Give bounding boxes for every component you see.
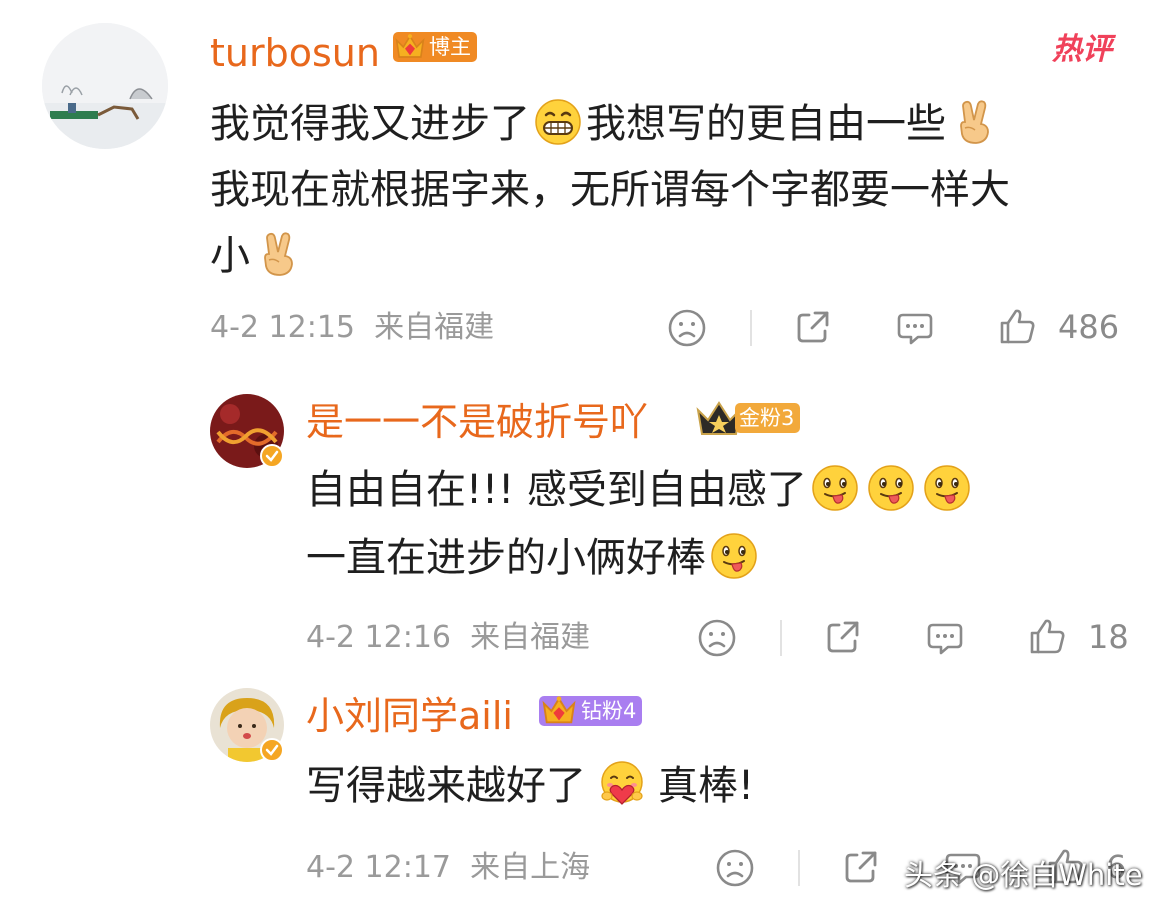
divider [750,310,752,346]
comment-date: 4-2 12:17 [306,850,451,885]
comment-text: 我现在就根据字来，无所谓每个字都要一样大 [210,167,1010,213]
like-count: 486 [1058,308,1120,346]
tongue-emoji-icon [811,464,859,512]
reply-button[interactable] [925,618,965,658]
watermark: 头条 @徐白White [904,858,1143,892]
comment-text-part: 写得越来越好了 [306,763,586,809]
victory-hand-emoji-icon [950,98,998,146]
share-button[interactable] [793,307,833,347]
share-button[interactable] [841,847,881,887]
comment-text: 一直在进步的小俩好棒 [306,526,762,590]
like-count: 18 [1088,618,1129,656]
comment-text: 我觉得我又进步了 我想写的更自由一些 [210,92,1002,156]
comment-text-part: 一直在进步的小俩好棒 [306,535,706,581]
tongue-emoji-icon [923,464,971,512]
thumbs-up-icon [997,306,1037,346]
comment-date: 4-2 12:15 [210,310,355,345]
verified-icon [260,444,284,468]
dislike-button[interactable] [667,308,707,348]
divider [780,620,782,656]
tongue-emoji-icon [867,464,915,512]
badge-label: 钻粉4 [581,699,637,723]
comment-text-part: 自由自在!!! 感受到自由感了 [306,467,807,513]
comment-text-part: 小 [210,233,250,279]
comment-text: 写得越来越好了 真棒! [306,754,754,818]
share-icon [793,307,833,347]
hot-comment-label: 热评 [1052,32,1112,67]
comment-text: 小 [210,224,306,288]
divider [798,850,800,886]
comment-date: 4-2 12:16 [306,620,451,655]
username[interactable]: 小刘同学aili [306,694,513,738]
sad-face-icon [697,618,737,658]
avatar-image [42,23,168,149]
verified-icon [260,738,284,762]
dislike-button[interactable] [697,618,737,658]
crown-icon [393,32,427,62]
comment-meta: 4-2 12:16 来自福建 [306,620,590,656]
dislike-button[interactable] [715,848,755,888]
badge-fan: 金粉3 [695,398,801,438]
badge-blogger: 博主 [393,32,477,66]
comment-location: 来自上海 [470,850,591,885]
like-button[interactable] [1027,616,1067,656]
badge-label: 金粉3 [735,403,801,433]
share-icon [841,847,881,887]
comment-icon [925,618,965,658]
tongue-emoji-icon [710,532,758,580]
username[interactable]: 是一一不是破折号吖 [306,400,648,444]
comment-location: 来自福建 [470,620,591,655]
sad-face-icon [715,848,755,888]
hug-emoji-icon [598,760,646,808]
avatar[interactable] [42,23,168,149]
victory-hand-emoji-icon [254,230,302,278]
comment-text-part: 我觉得我又进步了 [210,101,530,147]
comment-text: 自由自在!!! 感受到自由感了 [306,458,975,522]
sad-face-icon [667,308,707,348]
grin-emoji-icon [534,98,582,146]
share-button[interactable] [823,617,863,657]
reply-button[interactable] [895,308,935,348]
like-button[interactable] [997,306,1037,346]
comment-location: 来自福建 [374,310,495,345]
comment-meta: 4-2 12:17 来自上海 [306,850,590,886]
thumbs-up-icon [1027,616,1067,656]
comment-icon [895,308,935,348]
badge-fan: 钻粉4 [539,694,643,732]
comment-meta: 4-2 12:15 来自福建 [210,310,494,346]
badge-label: 博主 [429,35,471,59]
crown-icon [539,694,579,728]
comment-text-part: 我想写的更自由一些 [586,101,946,147]
comment-text-part: 真棒! [658,763,755,809]
username[interactable]: turbosun [210,31,380,75]
share-icon [823,617,863,657]
